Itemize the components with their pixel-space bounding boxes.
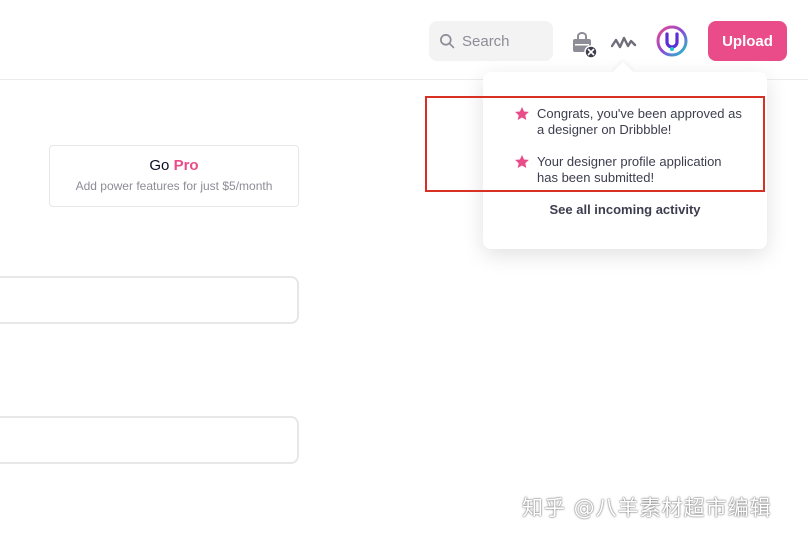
activity-icon[interactable] bbox=[611, 32, 637, 52]
upload-button[interactable]: Upload bbox=[708, 21, 787, 61]
search-icon bbox=[440, 33, 455, 48]
form-input-2[interactable] bbox=[0, 416, 299, 464]
go-label: Go bbox=[149, 157, 170, 174]
search-box[interactable] bbox=[429, 21, 553, 61]
highlight-box bbox=[425, 96, 765, 192]
form-input-1[interactable] bbox=[0, 276, 299, 324]
go-pro-title: Go Pro bbox=[50, 157, 298, 174]
pro-label: Pro bbox=[173, 157, 199, 174]
see-all-activity-link[interactable]: See all incoming activity bbox=[483, 202, 767, 217]
watermark: 知乎 @八羊素材超市编辑 bbox=[522, 496, 772, 520]
go-pro-subtitle: Add power features for just $5/month bbox=[75, 179, 273, 193]
go-pro-card[interactable]: Go Pro Add power features for just $5/mo… bbox=[49, 145, 299, 207]
avatar[interactable] bbox=[656, 25, 688, 57]
page: Upload Go Pro Add power features for jus… bbox=[0, 0, 808, 539]
top-header: Upload bbox=[0, 0, 808, 80]
search-input[interactable] bbox=[462, 32, 552, 50]
shopping-bag-icon[interactable] bbox=[571, 30, 599, 60]
